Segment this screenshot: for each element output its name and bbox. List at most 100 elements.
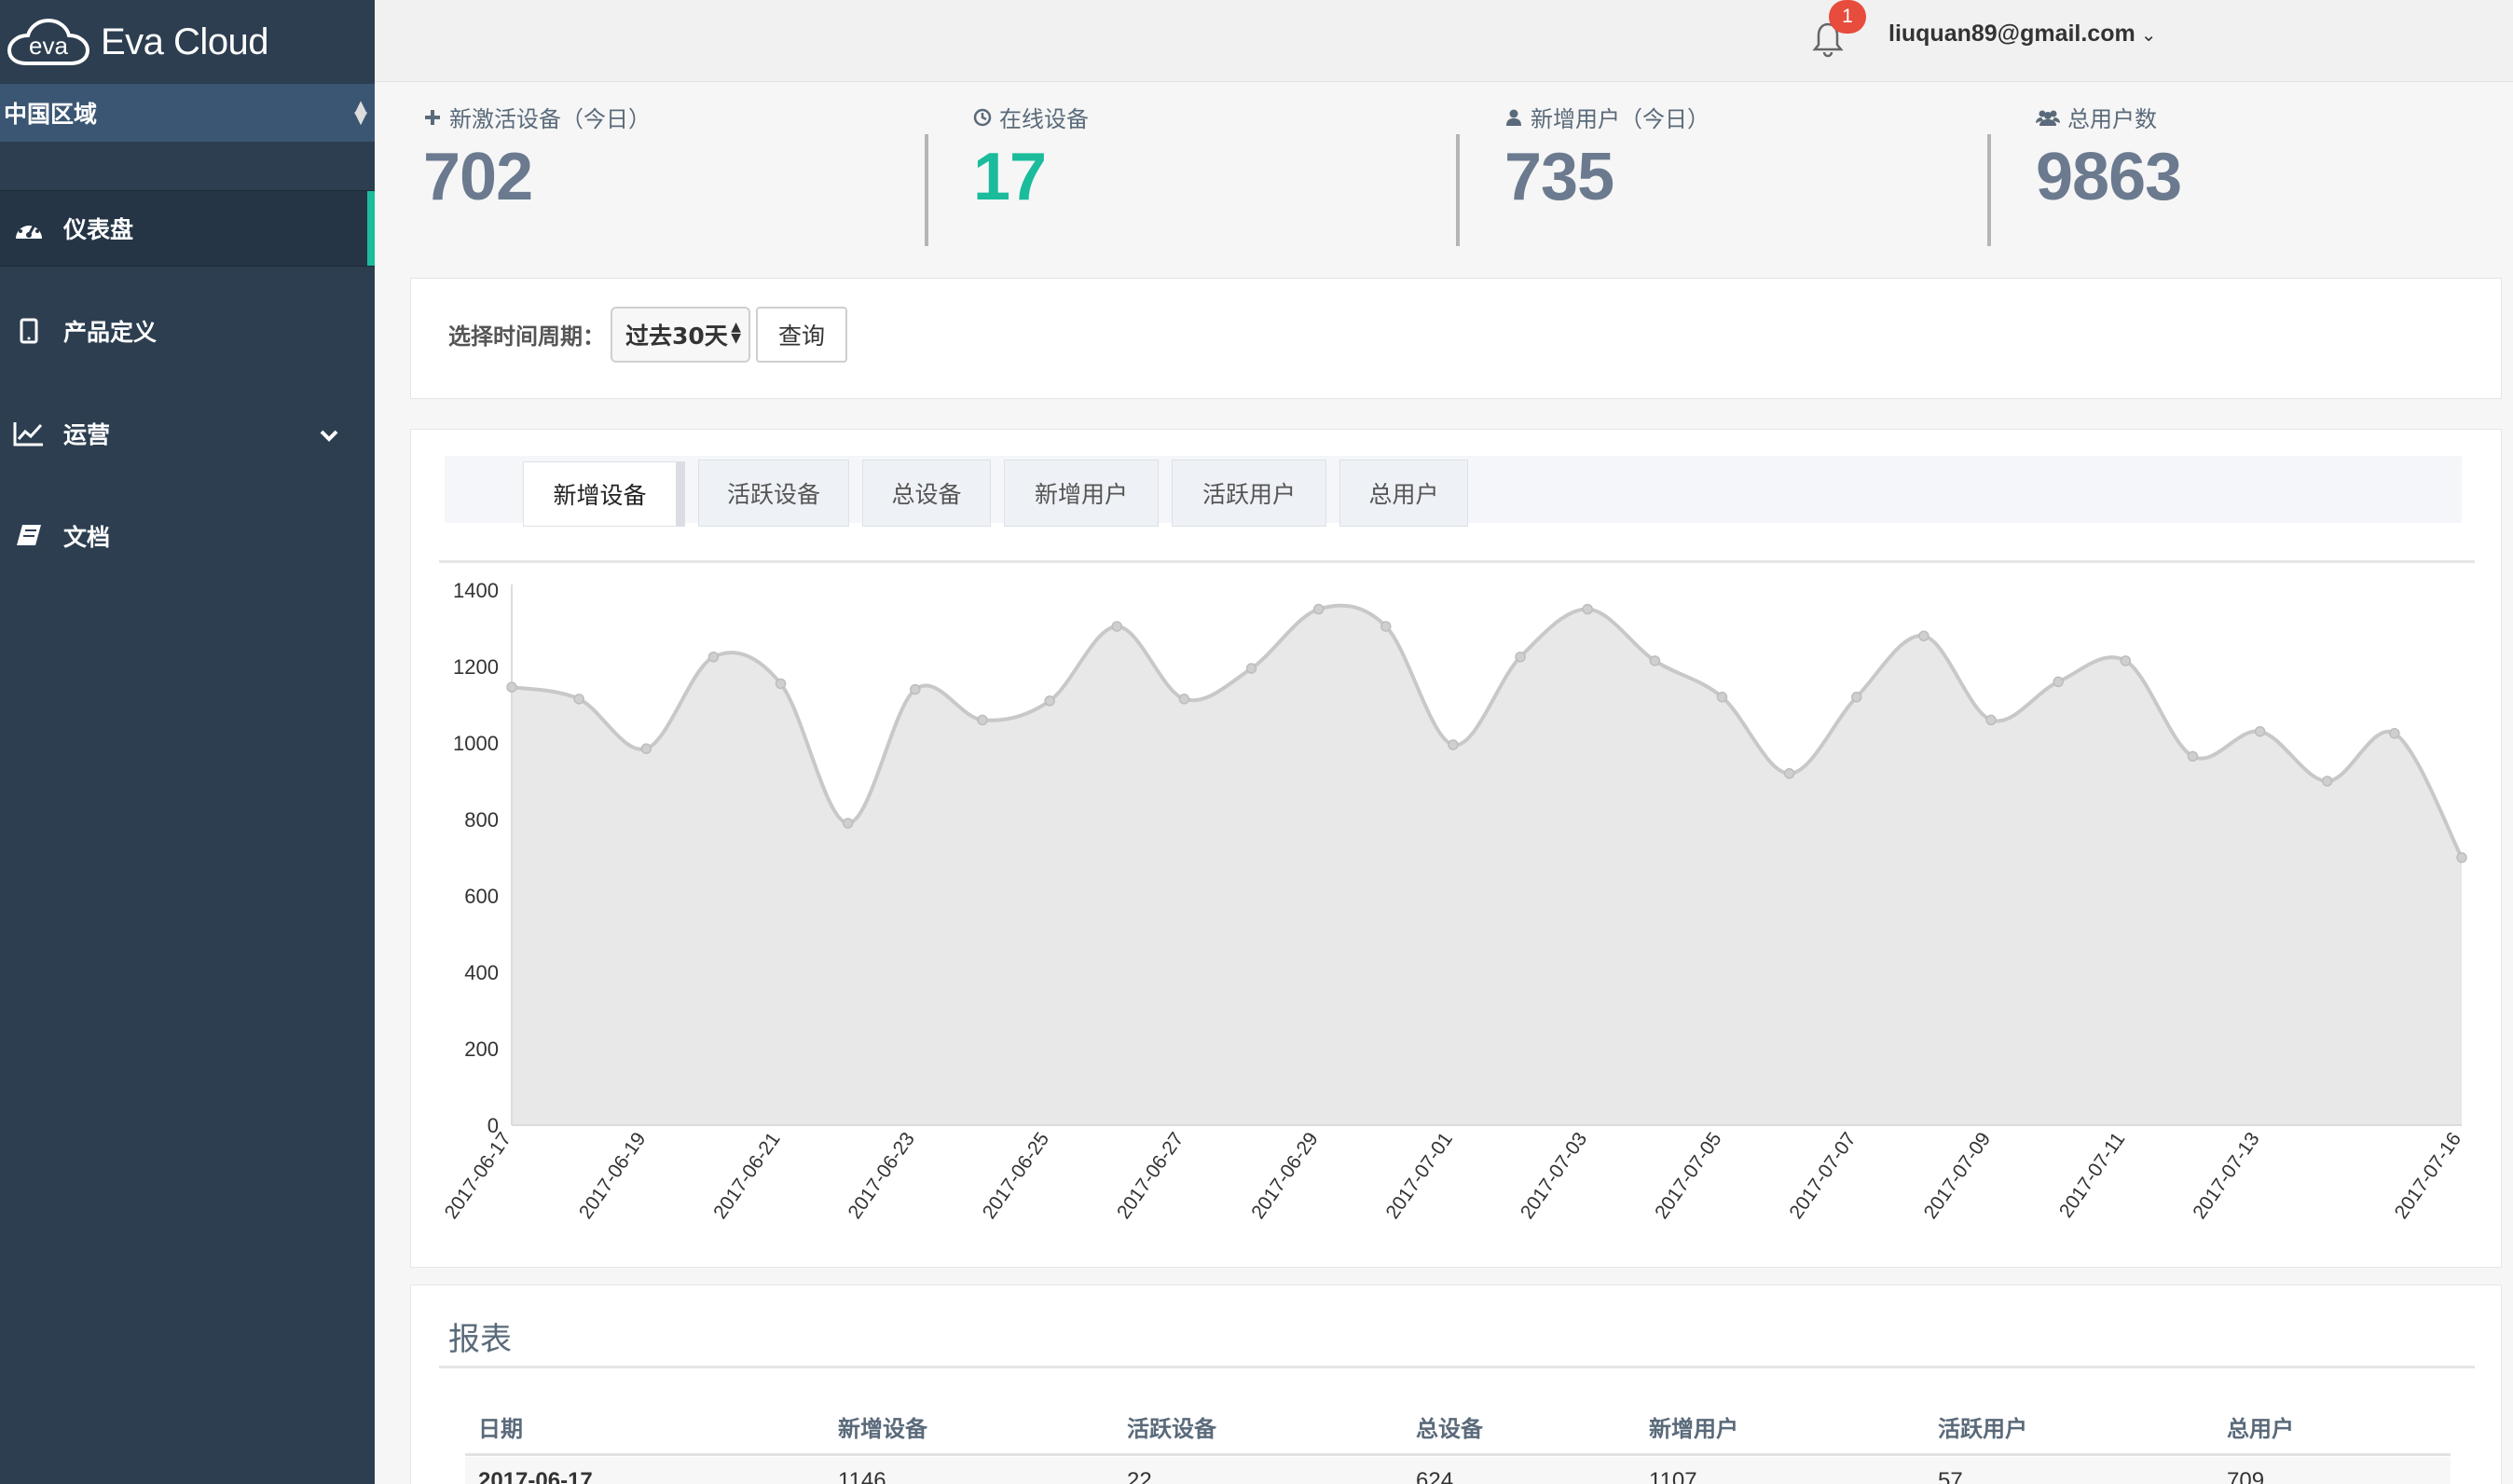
column-header[interactable]: 活跃设备 xyxy=(1127,1410,1216,1443)
region-select[interactable]: 中国区域 ▲ ▼ xyxy=(0,84,375,142)
user-icon xyxy=(1504,107,1525,128)
sidebar-item-dashboard[interactable]: 仪表盘 xyxy=(0,190,375,267)
x-tick-label: 2017-07-16 xyxy=(2391,1129,2465,1223)
data-point xyxy=(2053,676,2064,688)
table-cell: 624 xyxy=(1416,1468,1454,1484)
column-header[interactable]: 新增设备 xyxy=(838,1410,927,1443)
line-chart-icon xyxy=(13,419,45,447)
area-chart: 02004006008001000120014002017-06-17 2017-… xyxy=(441,579,2467,1223)
table-cell: 22 xyxy=(1127,1468,1152,1484)
brand[interactable]: eva Eva Cloud xyxy=(0,0,375,84)
stat-value: 735 xyxy=(1504,140,1614,214)
stats-bar: 新激活设备（今日） 702 在线设备 17 新增用户（今日） 735 总用户数 … xyxy=(375,82,2513,268)
stat-label: 新增用户（今日） xyxy=(1531,106,1710,132)
clock-icon xyxy=(973,107,994,128)
x-tick-label: 2017-07-05 xyxy=(1651,1129,1725,1223)
y-tick-label: 1400 xyxy=(453,579,499,602)
x-tick-label: 2017-07-03 xyxy=(1517,1129,1591,1223)
notification-badge[interactable]: 1 xyxy=(1829,0,1866,34)
column-header[interactable]: 活跃用户 xyxy=(1938,1410,2027,1443)
stat-label-row: 新增用户（今日） xyxy=(1504,101,1959,133)
data-point xyxy=(1985,714,1997,726)
tab-active-devices[interactable]: 活跃设备 xyxy=(698,460,849,527)
data-point xyxy=(1515,652,1526,663)
report-separator xyxy=(439,1366,2475,1368)
tab-active-users[interactable]: 活跃用户 xyxy=(1172,460,1326,527)
query-button[interactable]: 查询 xyxy=(756,307,847,363)
period-select[interactable]: 过去30天 ▲ ▼ xyxy=(611,307,750,363)
column-header[interactable]: 新增用户 xyxy=(1649,1410,1738,1443)
eva-logo-icon: eva xyxy=(7,18,90,65)
data-point xyxy=(2389,728,2400,739)
stat-label: 总用户数 xyxy=(2067,106,2157,132)
data-point xyxy=(2254,725,2266,737)
table-row xyxy=(465,1457,2451,1484)
region-label: 中国区域 xyxy=(4,101,98,128)
sidebar: eva Eva Cloud 中国区域 ▲ ▼ 仪表盘 产品定义 运营 文档 xyxy=(0,0,375,1484)
y-tick-label: 200 xyxy=(464,1037,499,1061)
mobile-icon xyxy=(13,317,45,345)
x-tick-label: 2017-06-25 xyxy=(979,1129,1053,1223)
data-point xyxy=(1245,663,1257,674)
data-point xyxy=(2321,776,2333,787)
sidebar-nav: 仪表盘 产品定义 运营 文档 xyxy=(0,190,375,574)
topbar xyxy=(375,0,2513,82)
x-tick-label: 2017-06-21 xyxy=(709,1129,784,1223)
select-arrows-icon: ▲ ▼ xyxy=(354,97,367,128)
period-select-value: 过去30天 xyxy=(625,323,728,350)
column-header[interactable]: 总用户 xyxy=(2227,1410,2294,1443)
data-point xyxy=(1783,768,1795,779)
x-tick-label: 2017-06-23 xyxy=(844,1129,918,1223)
data-point xyxy=(2187,750,2199,763)
period-filter-panel: 选择时间周期： 过去30天 ▲ ▼ 查询 xyxy=(410,278,2502,399)
tab-total-devices[interactable]: 总设备 xyxy=(862,460,991,527)
tab-new-users[interactable]: 新增用户 xyxy=(1004,460,1159,527)
x-tick-label: 2017-06-17 xyxy=(441,1129,515,1223)
data-point xyxy=(1918,630,1929,641)
data-point xyxy=(1448,739,1459,750)
data-point xyxy=(910,683,921,695)
stat-label: 新激活设备（今日） xyxy=(449,106,651,132)
data-point xyxy=(506,681,517,693)
book-icon xyxy=(13,522,45,550)
sidebar-item-label: 产品定义 xyxy=(63,319,158,346)
data-point xyxy=(1044,695,1055,707)
data-point xyxy=(1111,621,1122,632)
caret-down-icon: ⌄ xyxy=(2140,25,2157,46)
y-tick-label: 1200 xyxy=(453,655,499,679)
data-point xyxy=(573,694,584,705)
chart-tabs: 新增设备 活跃设备 总设备 新增用户 活跃用户 总用户 xyxy=(445,456,2462,527)
data-point xyxy=(2120,655,2132,666)
data-point xyxy=(640,743,652,754)
column-header[interactable]: 总设备 xyxy=(1416,1410,1483,1443)
x-tick-label: 2017-06-27 xyxy=(1113,1129,1188,1223)
brand-name: Eva Cloud xyxy=(101,21,269,62)
user-menu[interactable]: liuquan89@gmail.com ⌄ xyxy=(1888,21,2156,48)
sidebar-item-operations[interactable]: 运营 xyxy=(0,395,375,472)
x-tick-label: 2017-07-01 xyxy=(1382,1129,1457,1223)
chevron-down-icon xyxy=(319,421,339,448)
svg-text:eva: eva xyxy=(29,32,68,60)
stat-value: 17 xyxy=(973,140,1047,214)
stat-value: 702 xyxy=(423,140,533,214)
period-label: 选择时间周期： xyxy=(448,323,605,350)
sidebar-item-docs[interactable]: 文档 xyxy=(0,498,375,574)
tab-total-users[interactable]: 总用户 xyxy=(1339,460,1468,527)
users-icon xyxy=(2036,107,2062,128)
data-point xyxy=(1178,694,1190,705)
column-header[interactable]: 日期 xyxy=(478,1410,523,1443)
stat-total-users: 总用户数 9863 xyxy=(1987,101,2491,246)
tab-new-devices[interactable]: 新增设备 xyxy=(523,461,685,527)
table-cell: 1146 xyxy=(838,1468,886,1484)
data-point xyxy=(1649,655,1661,666)
stat-online-devices: 在线设备 17 xyxy=(925,101,1428,246)
x-tick-label: 2017-07-09 xyxy=(1920,1129,1995,1223)
sidebar-item-label: 仪表盘 xyxy=(63,216,134,243)
data-point xyxy=(1380,621,1392,632)
sidebar-item-product[interactable]: 产品定义 xyxy=(0,293,375,369)
user-email: liuquan89@gmail.com xyxy=(1888,21,2135,47)
data-point xyxy=(1312,603,1325,615)
chart-panel: 新增设备 活跃设备 总设备 新增用户 活跃用户 总用户 0 200 400 600 80… xyxy=(410,429,2502,1268)
sidebar-item-label: 文档 xyxy=(63,524,111,551)
data-point xyxy=(1582,603,1593,615)
